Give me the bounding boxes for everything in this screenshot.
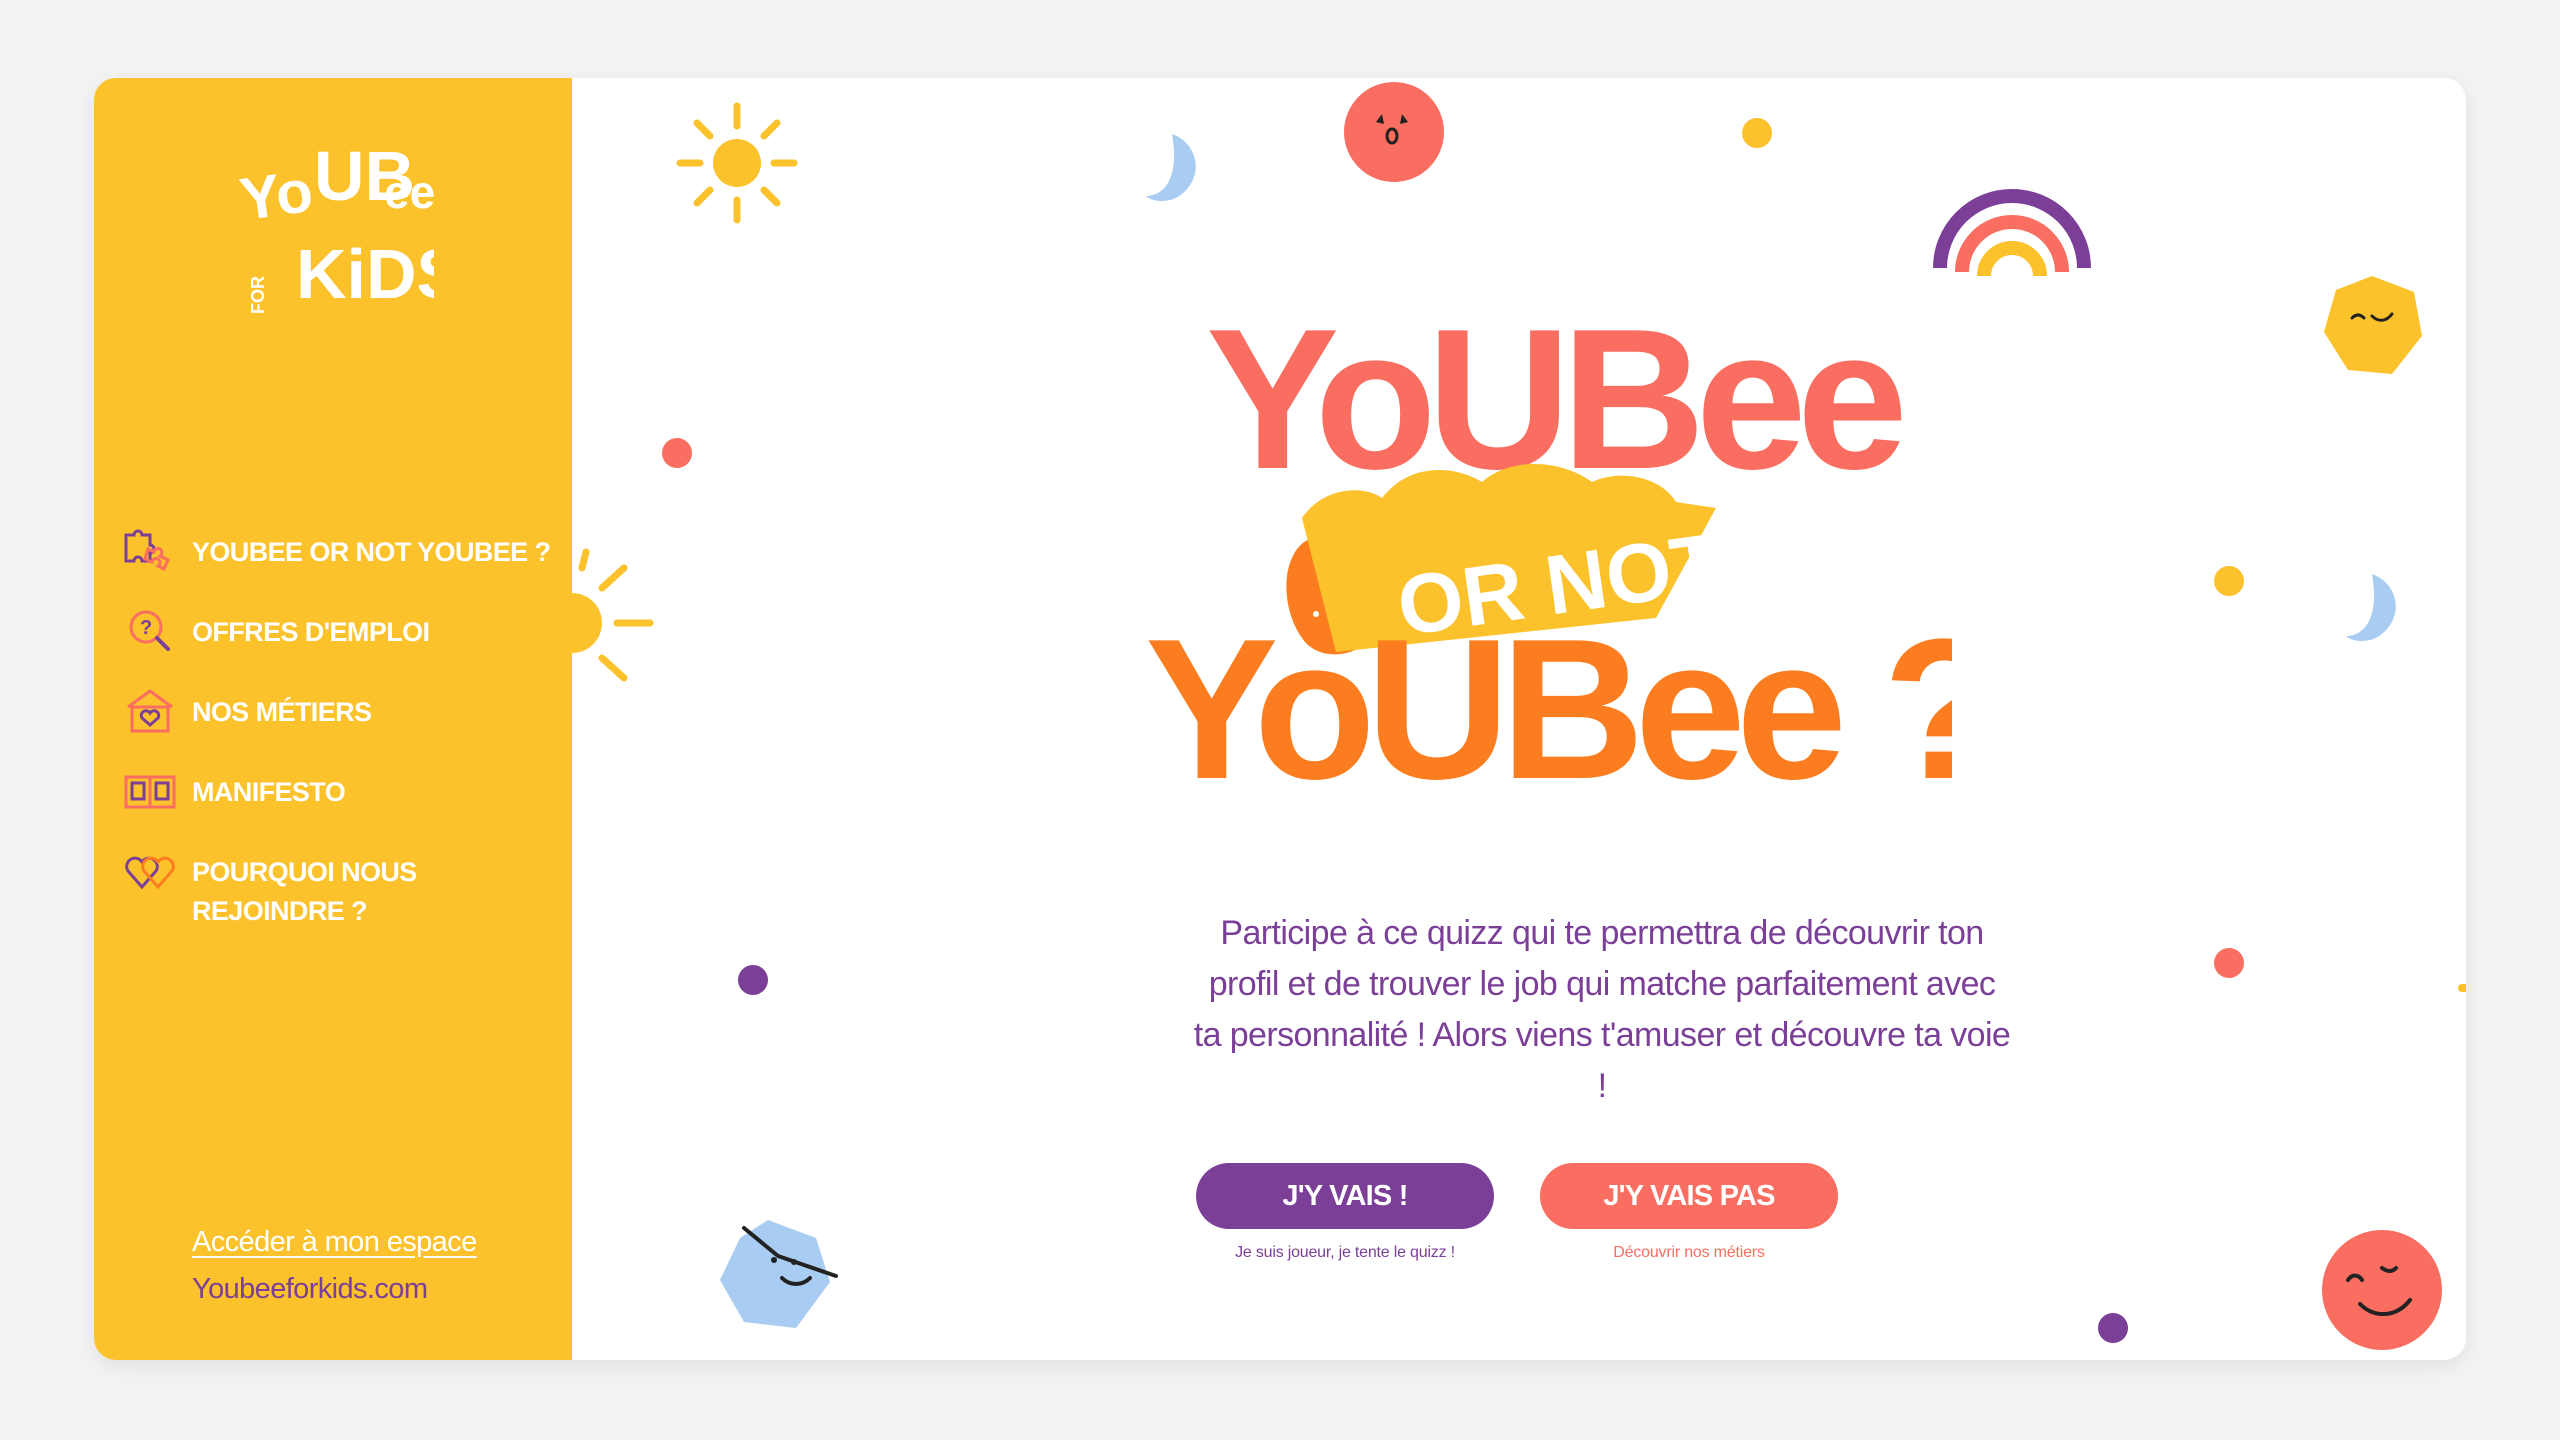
nav-label: POURQUOI NOUS REJOINDRE ? [192,857,417,926]
svg-text:KiDS: KiDS [296,235,434,313]
nav-item-manifesto[interactable]: MANIFESTO [122,773,562,853]
main-content: YoUBee OR NOT YoUBee ? Participe à ce qu… [572,78,2466,1360]
dot [2098,1313,2128,1343]
main-nav: YOUBEE OR NOT YOUBEE ? ? OFFRES D'EMPLOI… [122,529,562,953]
go-caption: Je suis joueur, je tente le quizz ! [1235,1244,1455,1261]
two-hearts-icon [125,856,175,890]
question-search-icon: ? [129,610,170,651]
site-url: Youbeeforkids.com [192,1273,428,1305]
go-button[interactable]: J'Y VAIS ! [1196,1163,1494,1229]
nav-item-youbee-or-not[interactable]: YOUBEE OR NOT YOUBEE ? [122,529,562,613]
moon-icon [2346,574,2396,641]
svg-text:ee: ee [384,166,434,218]
dot [738,965,768,995]
face-red-icon [1344,82,1444,182]
dot [662,438,692,468]
nav-label: MANIFESTO [192,777,346,807]
no-go-button[interactable]: J'Y VAIS PAS [1540,1163,1838,1229]
svg-text:FOR: FOR [248,276,268,314]
intro-text: Participe à ce quizz qui te permettra de… [1193,914,2011,1105]
nav-label: NOS MÉTIERS [192,697,372,727]
sidebar-footer: Accéder à mon espace Youbeeforkids.com [192,1226,477,1306]
rainbow-icon [1933,189,2091,277]
dot [2214,566,2244,596]
hero-title: YoUBee OR NOT YoUBee ? [1145,288,1952,821]
moon-icon [1146,134,1196,201]
account-link[interactable]: Accéder à mon espace [192,1226,477,1259]
youbee-logo[interactable]: Yo UB ee KiDS FOR [234,128,434,348]
face-coral-icon [2322,1230,2442,1350]
nav-item-offres-emploi[interactable]: ? OFFRES D'EMPLOI [122,610,562,693]
dot [2214,948,2244,978]
sun-edge-icon [2458,984,2466,992]
nav-item-pourquoi-nous-rejoindre[interactable]: POURQUOI NOUS REJOINDRE ? [122,853,562,953]
nav-label: YOUBEE OR NOT YOUBEE ? [192,537,551,567]
face-yellow-icon [2324,276,2422,374]
svg-text:Yo: Yo [236,157,317,233]
house-heart-icon [127,689,173,733]
svg-text:?: ? [140,617,152,639]
nav-item-nos-metiers[interactable]: NOS MÉTIERS [122,689,562,773]
app-window: Yo UB ee KiDS FOR YOUBEE OR NOT YOUBEE ? [94,78,2466,1360]
dot [1742,118,1772,148]
puzzle-icon [124,529,170,572]
sun-icon [676,102,798,224]
sidebar: Yo UB ee KiDS FOR YOUBEE OR NOT YOUBEE ? [94,78,572,1360]
hero-line2: YoUBee ? [1145,598,1952,821]
half-sun-icon [572,548,654,682]
no-go-caption: Découvrir nos métiers [1613,1244,1765,1261]
face-blue-icon [720,1220,838,1328]
nav-label: OFFRES D'EMPLOI [192,617,430,647]
book-icon [124,775,176,809]
